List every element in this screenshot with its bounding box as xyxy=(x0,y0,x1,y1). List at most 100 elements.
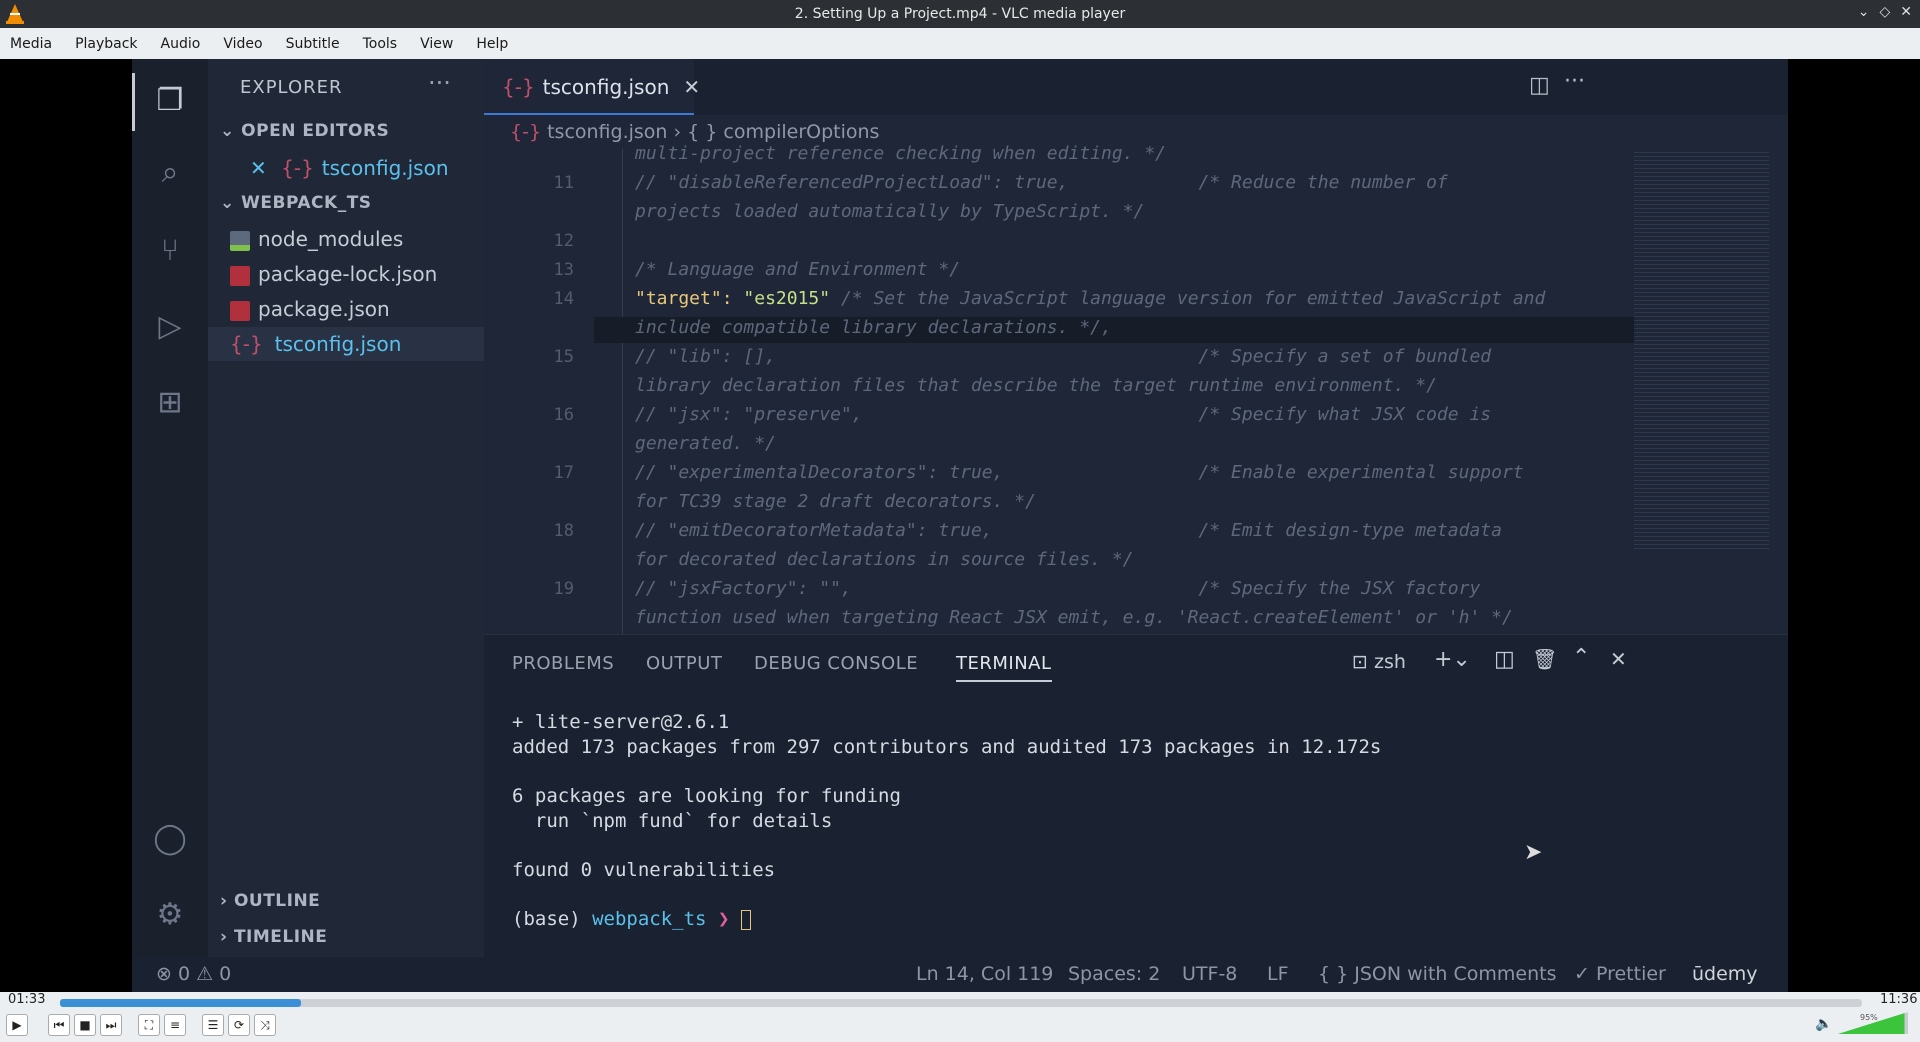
stop-button[interactable]: ■ xyxy=(74,1014,96,1036)
menu-bar: Media Playback Audio Video Subtitle Tool… xyxy=(0,28,1920,59)
json-file-icon: {-} xyxy=(281,156,314,180)
menu-audio[interactable]: Audio xyxy=(161,36,201,52)
code-line: for decorated declarations in source fil… xyxy=(635,549,1134,570)
play-button[interactable]: ▶ xyxy=(6,1014,28,1036)
folder-icon xyxy=(230,230,250,251)
file-node-modules: node_modules xyxy=(208,222,484,256)
playlist-button[interactable]: ☰ xyxy=(202,1014,224,1036)
menu-tools[interactable]: Tools xyxy=(363,36,398,52)
title-bar: 2. Setting Up a Project.mp4 - VLC media … xyxy=(0,0,1920,28)
code-line: function used when targeting React JSX e… xyxy=(635,607,1513,628)
files-icon: ❐ xyxy=(156,83,184,118)
speaker-icon[interactable]: 🔈 xyxy=(1815,1016,1832,1032)
cursor-position: Ln 14, Col 119 xyxy=(916,963,1054,985)
npm-icon xyxy=(230,300,250,321)
close-file-icon: ✕ xyxy=(250,156,267,180)
volume-slider[interactable]: 95% xyxy=(1838,1012,1908,1034)
code-line: // "jsxFactory": "", /* Specify the JSX … xyxy=(635,578,1481,599)
shuffle-button[interactable]: ⤨ xyxy=(254,1014,276,1036)
tab-bar: {-} tsconfig.json ✕ ◫ ··· xyxy=(484,59,1788,115)
terminal-line: added 173 packages from 297 contributors… xyxy=(512,736,1382,758)
close-icon[interactable]: ✕ xyxy=(1900,4,1912,20)
extended-settings-button[interactable]: ≡ xyxy=(164,1014,186,1036)
tab-output: OUTPUT xyxy=(646,653,723,674)
code-line: include compatible library declarations.… xyxy=(635,317,1112,338)
code-line: multi-project reference checking when ed… xyxy=(635,143,1167,164)
menu-help[interactable]: Help xyxy=(476,36,508,52)
code-line: "target": "es2015" /* Set the JavaScript… xyxy=(635,288,1546,309)
terminal-line: run `npm fund` for details xyxy=(512,810,833,832)
language-mode: { } JSON with Comments xyxy=(1318,963,1557,985)
fullscreen-button[interactable]: ⛶ xyxy=(138,1014,160,1036)
seek-bar-fill xyxy=(60,999,302,1007)
file-package-lock: package-lock.json xyxy=(208,257,484,291)
video-frame-vscode: ❐ ⌕ ⑂ ▷ ⊞ ◯ ⚙ EXPLORER ··· ⌄ OPEN EDITOR… xyxy=(132,59,1788,992)
previous-button[interactable]: ⏮ xyxy=(48,1014,70,1036)
elapsed-time: 01:33 xyxy=(8,992,46,1007)
json-file-icon: {-} xyxy=(510,121,542,143)
code-line: // "jsx": "preserve", /* Specify what JS… xyxy=(635,404,1492,425)
code-line: projects loaded automatically by TypeScr… xyxy=(635,201,1145,222)
end-of-line: LF xyxy=(1267,963,1289,985)
minimize-icon[interactable]: ⌄ xyxy=(1858,4,1870,20)
line-number: 19 xyxy=(553,579,574,599)
minimap xyxy=(1634,149,1769,549)
seek-bar[interactable] xyxy=(60,999,1862,1007)
total-time: 11:36 xyxy=(1880,992,1918,1007)
line-number: 14 xyxy=(553,289,574,309)
search-icon: ⌕ xyxy=(161,155,179,190)
more-actions-icon: ··· xyxy=(1564,69,1585,94)
account-icon: ◯ xyxy=(153,821,187,856)
next-button[interactable]: ⏭ xyxy=(100,1014,122,1036)
tab-debug-console: DEBUG CONSOLE xyxy=(754,653,919,674)
code-line: generated. */ xyxy=(635,433,776,454)
source-control-icon: ⑂ xyxy=(161,233,179,268)
menu-subtitle[interactable]: Subtitle xyxy=(286,36,340,52)
line-number: 13 xyxy=(553,260,574,280)
video-area[interactable]: ❐ ⌕ ⑂ ▷ ⊞ ◯ ⚙ EXPLORER ··· ⌄ OPEN EDITOR… xyxy=(0,59,1920,992)
problems-count: ⊗ 0 ⚠ 0 xyxy=(156,963,232,985)
split-editor-icon: ◫ xyxy=(1529,73,1550,98)
file-tsconfig: {-} tsconfig.json xyxy=(208,327,484,361)
trash-icon: 🗑 xyxy=(1532,647,1558,671)
loop-button[interactable]: ⟳ xyxy=(228,1014,250,1036)
line-number: 17 xyxy=(553,463,574,483)
terminal-prompt: (base) webpack_ts ❯ xyxy=(512,908,751,930)
outline-section: › OUTLINE xyxy=(220,891,321,911)
extensions-icon: ⊞ xyxy=(157,385,183,420)
code-line: library declaration files that describe … xyxy=(635,375,1437,396)
terminal-line: found 0 vulnerabilities xyxy=(512,859,776,881)
tab-problems: PROBLEMS xyxy=(512,653,615,674)
code-line: // "disableReferencedProjectLoad": true,… xyxy=(635,172,1448,193)
settings-gear-icon: ⚙ xyxy=(156,897,184,932)
code-line: // "experimentalDecorators": true, /* En… xyxy=(635,462,1524,483)
terminal-line: 6 packages are looking for funding xyxy=(512,785,901,807)
explorer-header: EXPLORER xyxy=(240,77,343,98)
menu-view[interactable]: View xyxy=(420,36,453,52)
menu-media[interactable]: Media xyxy=(10,36,52,52)
project-section: ⌄ WEBPACK_TS xyxy=(220,193,372,213)
player-controls: 01:33 11:36 ▶ ⏮ ■ ⏭ ⛶ ≡ ☰ ⟳ ⤨ 🔈 95% xyxy=(0,992,1920,1042)
terminal-line: + lite-server@2.6.1 xyxy=(512,711,730,733)
prettier-status: ✓ Prettier xyxy=(1574,963,1666,985)
code-line: /* Language and Environment */ xyxy=(635,259,961,280)
window-title: 2. Setting Up a Project.mp4 - VLC media … xyxy=(794,6,1126,22)
open-editor-item: ✕ {-} tsconfig.json xyxy=(250,156,449,180)
open-editors-section: ⌄ OPEN EDITORS xyxy=(220,121,390,141)
udemy-watermark: ūdemy xyxy=(1692,963,1758,985)
breadcrumb: {-} tsconfig.json › { } compilerOptions xyxy=(510,121,880,143)
code-line: // "emitDecoratorMetadata": true, /* Emi… xyxy=(635,520,1502,541)
new-terminal-icon: +⌄ xyxy=(1434,647,1471,672)
line-number: 16 xyxy=(553,405,574,425)
maximize-icon[interactable]: ◇ xyxy=(1879,4,1890,20)
code-view: 11 12 13 14 15 16 17 18 19 multi-project… xyxy=(484,143,1636,634)
terminal-shell-selector: ⊡ zsh xyxy=(1352,651,1406,673)
code-line: // "lib": [], /* Specify a set of bundle… xyxy=(635,346,1492,367)
json-file-icon: {-} xyxy=(502,75,535,99)
menu-playback[interactable]: Playback xyxy=(75,36,137,52)
terminal-icon: ⊡ xyxy=(1352,651,1368,673)
bottom-panel: PROBLEMS OUTPUT DEBUG CONSOLE TERMINAL ⊡… xyxy=(484,634,1788,957)
code-line: for TC39 stage 2 draft decorators. */ xyxy=(635,491,1036,512)
mouse-pointer-icon: ➤ xyxy=(1524,840,1543,865)
menu-video[interactable]: Video xyxy=(223,36,262,52)
